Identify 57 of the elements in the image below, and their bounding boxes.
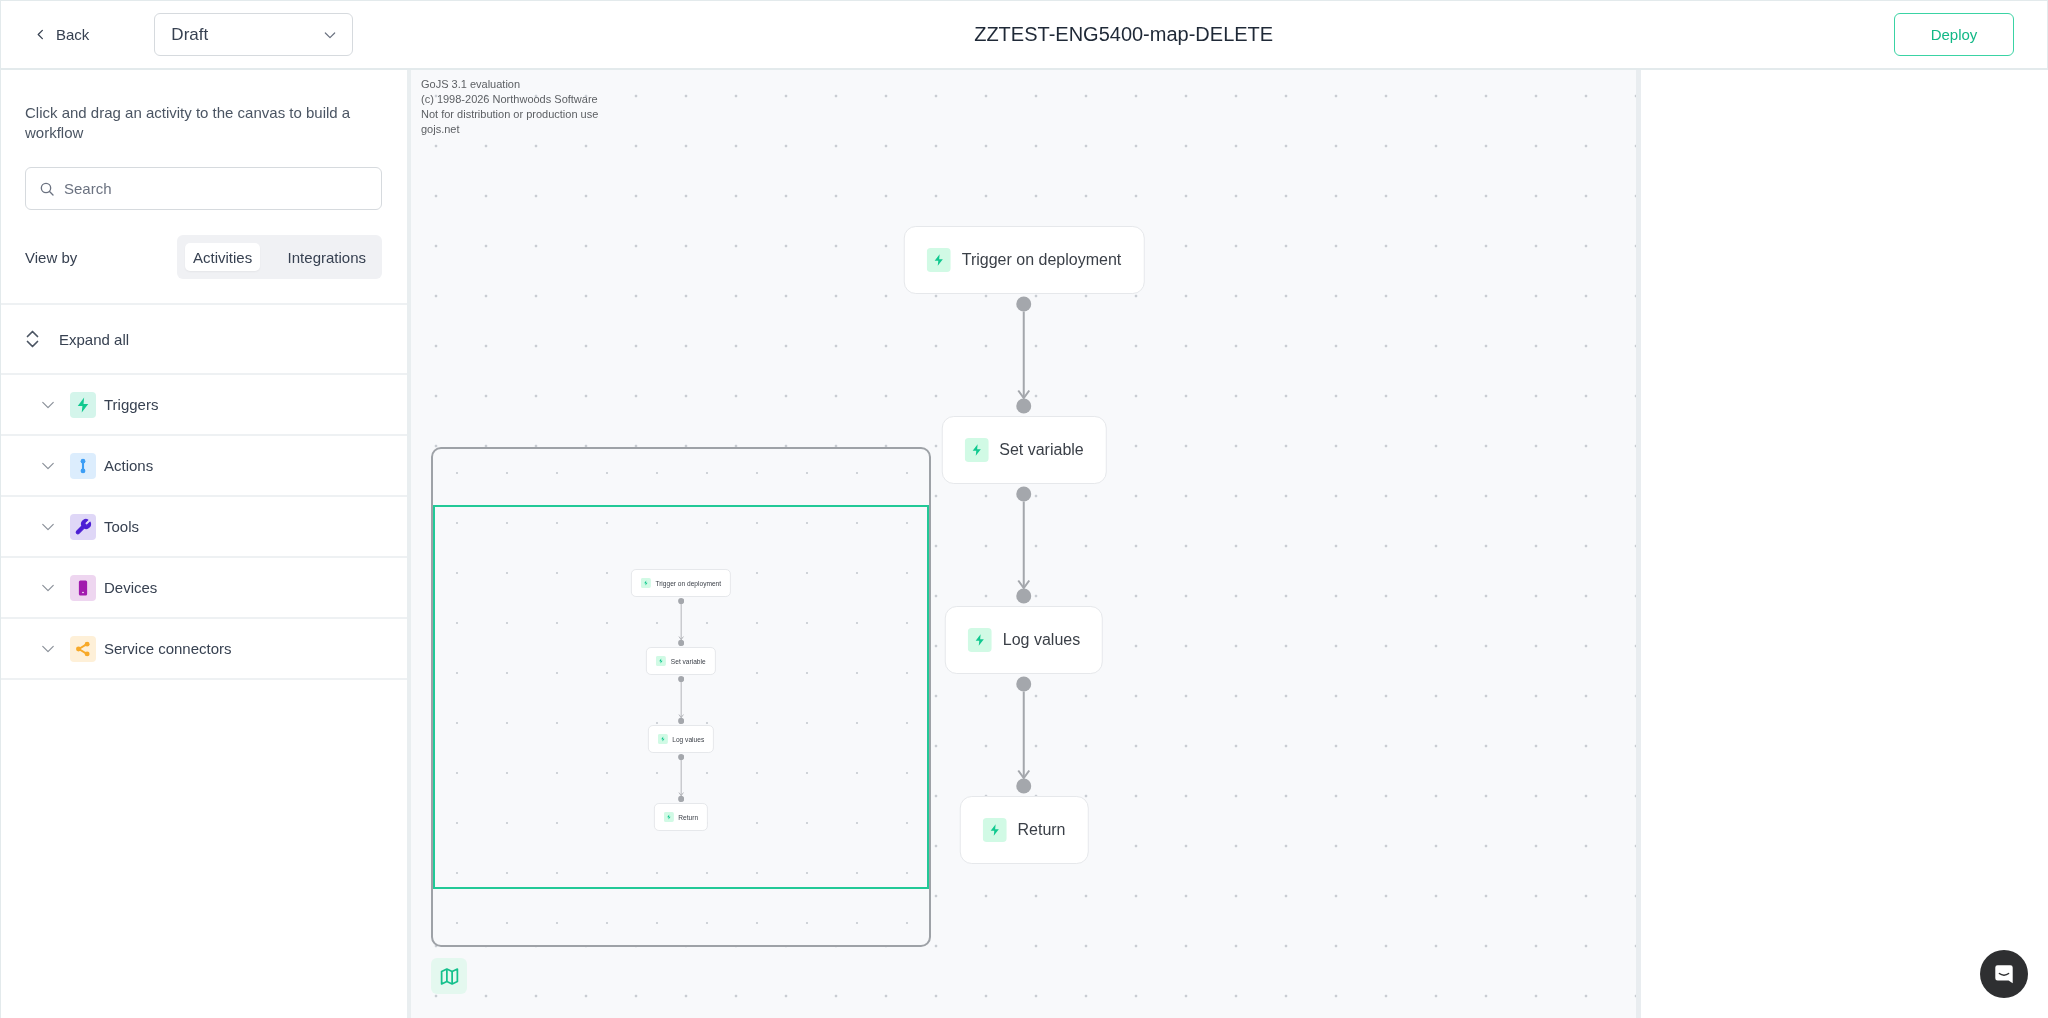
search-icon xyxy=(39,180,55,197)
node-link-icon xyxy=(70,452,96,479)
evaluation-notice: GoJS 3.1 evaluation xyxy=(421,77,521,92)
category-item[interactable]: Actions xyxy=(1,436,407,497)
wrench-icon xyxy=(70,513,96,540)
category-item[interactable]: Tools xyxy=(1,497,407,558)
port-icon[interactable] xyxy=(1016,676,1032,692)
lightning-icon xyxy=(982,818,1007,842)
lightning-icon xyxy=(70,391,96,418)
back-button[interactable]: Back xyxy=(35,22,90,47)
chat-icon xyxy=(1993,963,2015,985)
workflow-node[interactable]: Trigger on deployment xyxy=(903,226,1145,294)
port-icon[interactable] xyxy=(677,676,685,683)
share-icon xyxy=(70,635,96,662)
port-icon[interactable] xyxy=(677,795,685,802)
status-select[interactable]: Draft xyxy=(154,13,354,56)
map-icon xyxy=(438,965,460,987)
connector-arrow xyxy=(678,759,684,797)
map-button[interactable] xyxy=(431,958,467,994)
port-icon[interactable] xyxy=(1016,486,1032,502)
phone-icon xyxy=(70,574,96,601)
evaluation-notice: Not for distribution or production use xyxy=(421,107,599,122)
evaluation-notice: (c) 1998-2026 Northwoods Software xyxy=(421,92,598,107)
view-by-label: View by xyxy=(25,248,78,266)
category-item[interactable]: Service connectors xyxy=(1,619,407,680)
search-field[interactable]: Search xyxy=(25,167,382,210)
port-icon[interactable] xyxy=(1016,778,1032,794)
category-item[interactable]: Triggers xyxy=(1,375,407,436)
expand-all-button[interactable]: Expand all xyxy=(26,326,130,352)
connector-arrow xyxy=(678,681,684,719)
workflow-node[interactable]: Log values xyxy=(944,606,1104,674)
lightning-icon xyxy=(656,656,667,666)
page-title: ZZTEST-ENG5400-map-DELETE xyxy=(974,23,1274,46)
port-icon[interactable] xyxy=(677,598,685,605)
evaluation-notice: gojs.net xyxy=(421,122,460,137)
lightning-icon xyxy=(640,578,651,588)
instructions-text: Click and drag an activity to the canvas to build a workflow xyxy=(25,103,352,143)
lightning-icon xyxy=(964,438,989,462)
lightning-icon xyxy=(926,248,951,272)
viewport-frame[interactable] xyxy=(433,505,929,889)
view-tab[interactable]: Integrations xyxy=(279,243,374,271)
lightning-icon xyxy=(657,734,668,744)
port-icon[interactable] xyxy=(1016,588,1032,604)
port-icon[interactable] xyxy=(1016,398,1032,414)
workflow-node[interactable]: Set variable xyxy=(941,416,1107,484)
chevron-up-down-icon xyxy=(26,330,39,348)
workflow-node[interactable]: Return xyxy=(959,796,1089,864)
port-icon[interactable] xyxy=(677,639,685,646)
lightning-icon xyxy=(663,812,674,822)
view-tab[interactable]: Activities xyxy=(185,243,261,271)
port-icon[interactable] xyxy=(1016,296,1032,312)
lightning-icon xyxy=(967,628,992,652)
chevron-left-icon xyxy=(35,29,46,40)
port-icon[interactable] xyxy=(677,717,685,724)
connector-arrow xyxy=(678,603,684,641)
port-icon[interactable] xyxy=(677,754,685,761)
category-item[interactable]: Devices xyxy=(1,558,407,619)
